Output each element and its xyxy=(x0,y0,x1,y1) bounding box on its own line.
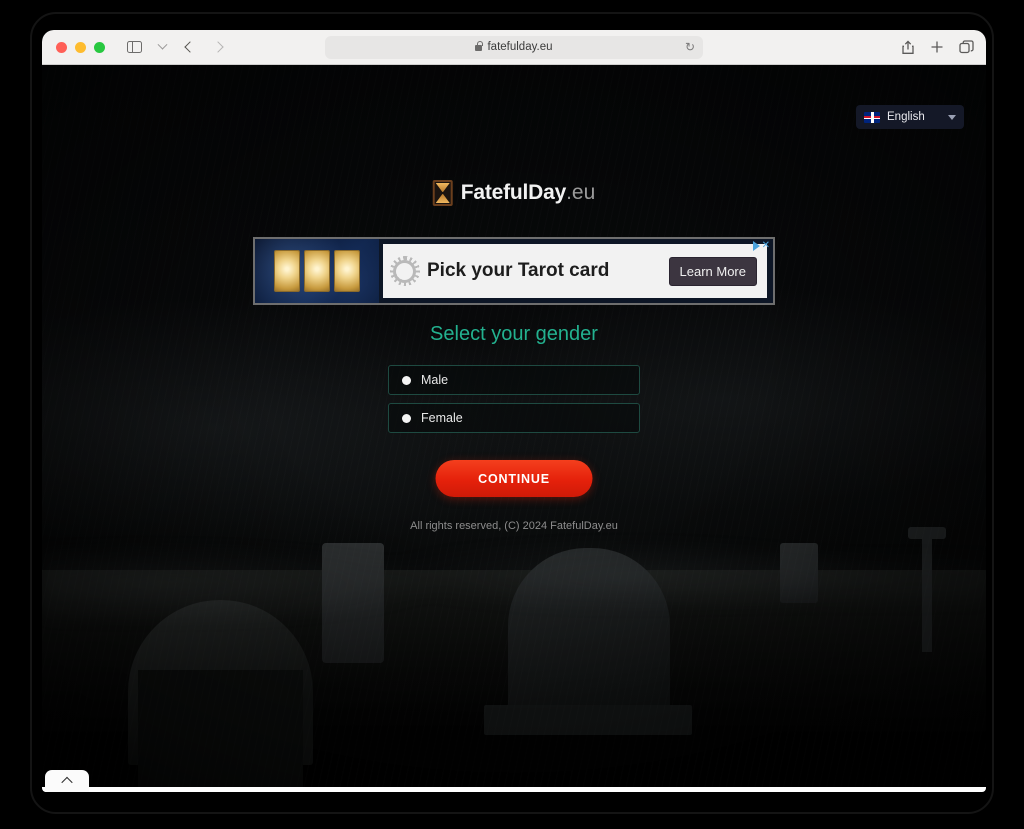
tarot-cards-icon xyxy=(255,239,379,303)
window-controls xyxy=(42,41,105,53)
address-bar[interactable]: fatefulday.eu ↻ xyxy=(325,35,703,59)
chevron-up-icon xyxy=(61,776,73,789)
ad-banner[interactable]: Pick your Tarot card Learn More ✕ xyxy=(253,237,775,305)
gender-option-label: Female xyxy=(421,411,463,425)
page-title: Select your gender xyxy=(430,323,598,345)
forward-arrow-icon xyxy=(212,41,224,53)
gender-options: Male Female xyxy=(388,365,640,441)
sidebar-toggle-button[interactable] xyxy=(121,35,147,59)
scroll-to-top-tab[interactable] xyxy=(45,770,89,792)
radio-filled-icon xyxy=(402,375,411,385)
forward-button[interactable] xyxy=(205,35,231,59)
ad-headline: Pick your Tarot card xyxy=(427,260,610,281)
gender-option-label: Male xyxy=(421,373,449,387)
footer-copyright: All rights reserved, (C) 2024 FatefulDay… xyxy=(410,520,618,532)
uk-flag-icon xyxy=(864,111,880,123)
close-window-button[interactable] xyxy=(56,41,67,53)
minimize-window-button[interactable] xyxy=(75,41,86,53)
back-arrow-icon xyxy=(184,41,196,53)
site-logo[interactable]: FatefulDay.eu xyxy=(432,180,596,206)
language-selector[interactable]: English xyxy=(856,105,964,129)
logo-tld: .eu xyxy=(566,181,596,204)
reload-icon[interactable]: ↻ xyxy=(685,41,695,53)
address-bar-url: fatefulday.eu xyxy=(487,41,553,53)
navigation-controls xyxy=(121,35,231,59)
sun-icon xyxy=(393,259,416,283)
tab-overflow-button[interactable] xyxy=(149,35,175,59)
toolbar-right-icons xyxy=(901,39,974,55)
ad-content: Pick your Tarot card Learn More xyxy=(383,244,767,298)
new-tab-button[interactable] xyxy=(930,40,944,54)
maximize-window-button[interactable] xyxy=(94,41,105,53)
adchoices-icon[interactable] xyxy=(752,241,760,251)
close-icon[interactable]: ✕ xyxy=(762,241,770,251)
adchoices-controls: ✕ xyxy=(752,241,770,251)
viewport-bottom-strip xyxy=(42,787,986,792)
browser-window: fatefulday.eu ↻ English FatefulDay.eu Pi… xyxy=(42,30,986,792)
browser-toolbar: fatefulday.eu ↻ xyxy=(42,30,986,65)
device-bezel: fatefulday.eu ↻ English FatefulDay.eu Pi… xyxy=(30,12,994,814)
chevron-down-icon xyxy=(948,114,956,120)
lock-icon xyxy=(475,41,484,51)
continue-button[interactable]: CONTINUE xyxy=(435,460,593,497)
language-selector-label: English xyxy=(887,111,925,123)
back-button[interactable] xyxy=(177,35,203,59)
gender-option-male[interactable]: Male xyxy=(388,365,640,395)
ad-learn-more-button[interactable]: Learn More xyxy=(668,256,757,286)
radio-filled-icon xyxy=(402,413,411,423)
page-viewport: English FatefulDay.eu Pick your Tarot ca… xyxy=(42,65,986,792)
hourglass-icon xyxy=(432,180,453,206)
tabs-overview-button[interactable] xyxy=(959,40,974,54)
logo-name: FatefulDay xyxy=(460,181,567,204)
chevron-down-icon xyxy=(157,39,167,50)
logo-text: FatefulDay.eu xyxy=(461,181,596,205)
gender-option-female[interactable]: Female xyxy=(388,403,640,433)
sidebar-toggle-icon xyxy=(126,40,142,54)
share-button[interactable] xyxy=(901,39,915,55)
